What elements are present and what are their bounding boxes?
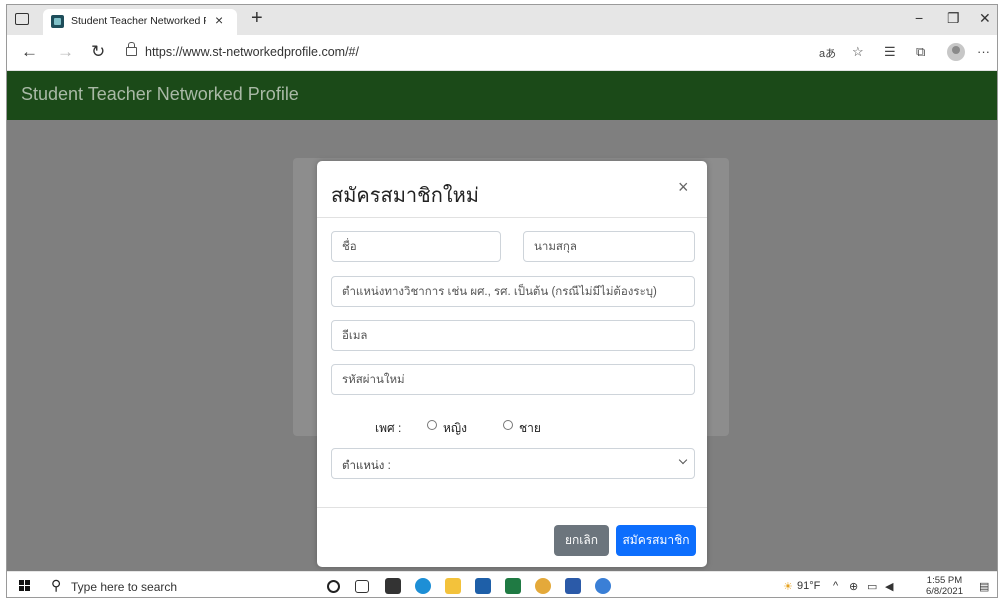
modal-title: สมัครสมาชิกใหม่	[331, 185, 479, 207]
tray-chevron-up-icon[interactable]: ^	[833, 580, 838, 592]
url-field[interactable]: https://www.st-networkedprofile.com/#/	[145, 45, 359, 59]
battery-icon[interactable]: ▭	[867, 580, 877, 593]
restore-icon[interactable]: ❐	[947, 10, 960, 27]
gender-female-radio[interactable]	[427, 420, 437, 430]
first-name-input[interactable]	[331, 231, 501, 262]
tab-strip: Student Teacher Networked Profi × + − ❐ …	[7, 5, 997, 35]
tab-actions-icon[interactable]	[15, 13, 29, 25]
menu-icon[interactable]: ···	[977, 44, 990, 59]
clock-date: 6/8/2021	[926, 586, 963, 597]
network-icon[interactable]: ⊕	[849, 580, 858, 593]
modal-header-divider	[317, 217, 707, 218]
site-navbar: Student Teacher Networked Profile	[7, 71, 997, 120]
email-input[interactable]	[331, 320, 695, 351]
gender-male-radio[interactable]	[503, 420, 513, 430]
window-close-icon[interactable]: ✕	[979, 10, 991, 27]
taskbar-search-input[interactable]: Type here to search	[71, 580, 177, 594]
position-select[interactable]: ตำแหน่ง :	[331, 448, 695, 479]
gender-female-label[interactable]: หญิง	[443, 419, 467, 438]
browser-tab[interactable]: Student Teacher Networked Profi ×	[43, 9, 237, 35]
browser-window: Student Teacher Networked Profi × + − ❐ …	[6, 4, 998, 598]
read-aloud-icon[interactable]: aあ	[819, 45, 836, 61]
gender-label: เพศ :	[375, 421, 402, 435]
word-icon[interactable]	[565, 578, 581, 594]
weather-temperature[interactable]: 91°F	[797, 580, 820, 592]
favorites-list-icon[interactable]: ☰	[884, 44, 896, 60]
cancel-button[interactable]: ยกเลิก	[554, 525, 609, 556]
address-bar: ← → ↻ https://www.st-networkedprofile.co…	[7, 35, 997, 71]
lock-icon[interactable]	[126, 42, 137, 56]
edge-icon[interactable]	[415, 578, 431, 594]
new-tab-button[interactable]: +	[251, 8, 263, 28]
back-arrow-icon[interactable]: ←	[21, 43, 38, 60]
tab-title: Student Teacher Networked Profi	[71, 15, 206, 27]
mail-icon[interactable]	[475, 578, 491, 594]
system-clock[interactable]: 1:55 PM 6/8/2021	[926, 575, 963, 597]
profile-avatar[interactable]	[947, 43, 965, 61]
last-name-input[interactable]	[523, 231, 695, 262]
cortana-icon[interactable]	[327, 580, 340, 593]
modal-close-icon[interactable]: ×	[678, 177, 689, 198]
excel-icon[interactable]	[505, 578, 521, 594]
task-view-icon[interactable]	[355, 580, 369, 593]
site-brand[interactable]: Student Teacher Networked Profile	[21, 84, 299, 105]
store-icon[interactable]	[385, 578, 401, 594]
file-explorer-icon[interactable]	[445, 578, 461, 594]
chrome-icon[interactable]	[535, 578, 551, 594]
speaker-icon[interactable]: ◀	[885, 580, 893, 593]
collections-icon[interactable]: ⧉	[916, 44, 925, 60]
windows-start-icon[interactable]	[19, 580, 31, 592]
globe-app-icon[interactable]	[595, 578, 611, 594]
weather-icon[interactable]: ☀	[783, 580, 793, 593]
academic-title-input[interactable]	[331, 276, 695, 307]
favorite-star-icon[interactable]: ☆	[852, 44, 864, 60]
position-select-value: ตำแหน่ง :	[342, 460, 391, 472]
notifications-icon[interactable]: ▤	[979, 580, 989, 593]
site-favicon-icon	[51, 15, 64, 28]
minimize-icon[interactable]: −	[915, 10, 923, 26]
search-icon[interactable]: ⚲	[51, 577, 61, 594]
clock-time: 1:55 PM	[926, 575, 963, 586]
chevron-down-icon	[678, 455, 688, 465]
register-modal: สมัครสมาชิกใหม่ × เพศ : หญิง ชาย ตำแหน่ง…	[317, 161, 707, 567]
page-content: Student Teacher Networked Profile สมัครส…	[7, 71, 997, 571]
modal-footer-divider	[317, 507, 707, 508]
windows-taskbar: ⚲ Type here to search ☀ 91°F ^ ⊕ ▭ ◀ 1:5…	[7, 571, 997, 597]
password-input[interactable]	[331, 364, 695, 395]
forward-arrow-icon[interactable]: →	[57, 43, 74, 60]
register-button[interactable]: สมัครสมาชิก	[616, 525, 696, 556]
tab-close-icon[interactable]: ×	[215, 12, 223, 28]
gender-male-label[interactable]: ชาย	[519, 419, 541, 438]
refresh-icon[interactable]: ↻	[91, 43, 105, 60]
